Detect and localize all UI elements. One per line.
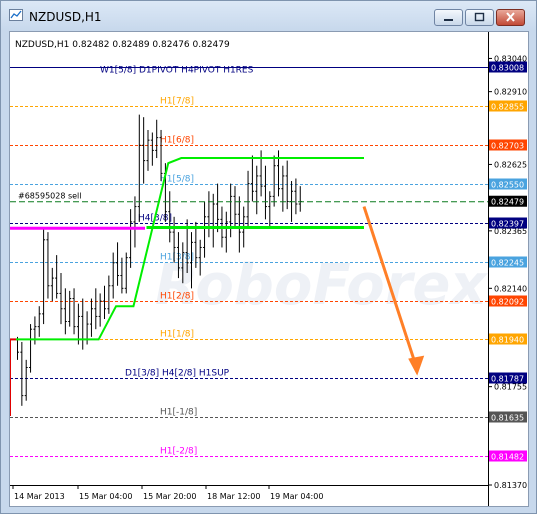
x-tick-label: 14 Mar 2013 [14, 492, 65, 501]
x-tick-label: 18 Mar 12:00 [207, 492, 260, 501]
price-box-label: 0.82245 [491, 259, 524, 268]
level-label: D1[3/8] H4[2/8] H1SUP [125, 369, 230, 379]
price-box-label: 0.81940 [491, 336, 524, 345]
close-icon [506, 12, 515, 22]
level-label: H1[-2/8] [160, 447, 197, 457]
forecast-arrow-head [408, 355, 425, 376]
y-tick-label: 0.82910 [494, 88, 527, 97]
price-box-label: 0.81482 [491, 453, 524, 462]
price-box-label: 0.81635 [491, 414, 524, 423]
minimize-icon [444, 19, 453, 21]
price-box-label: 0.81787 [491, 375, 524, 384]
chart-icon [9, 9, 23, 21]
price-axis: 0.830400.829100.826250.823650.821400.817… [488, 54, 527, 490]
price-box-label: 0.82855 [491, 103, 524, 112]
level-label: H1[-1/8] [160, 408, 197, 418]
level-label: W1[5/8] D1PIVOT H4PIVOT H1RES [100, 66, 254, 76]
x-tick-label: 15 Mar 04:00 [79, 492, 132, 501]
price-box-label: 0.82092 [491, 298, 524, 307]
chart-frame: RoboForex W1[5/8] D1PIVOT H4PIVOT H1RES H… [9, 31, 529, 507]
level-label: H1[3/8] [160, 253, 194, 263]
level-label: H1[7/8] [160, 97, 194, 107]
y-tick-label: 0.81370 [494, 481, 527, 490]
minimize-button[interactable] [434, 9, 463, 26]
chart-header: NZDUSD,H1 0.82482 0.82489 0.82476 0.8247… [15, 40, 230, 50]
time-axis: 14 Mar 2013 15 Mar 04:00 15 Mar 20:00 18 Ma… [12, 485, 323, 501]
terminal-window: NZDUSD,H1 RoboForex W1[5/8] D1PIVOT H4PI… [0, 0, 537, 514]
price-box-label: 0.82550 [491, 181, 524, 190]
y-tick-label: 0.82625 [494, 160, 527, 169]
close-button[interactable] [496, 9, 525, 26]
current-price-label: 0.82479 [491, 198, 524, 207]
price-box-label: 0.83008 [491, 64, 524, 73]
title-bar[interactable]: NZDUSD,H1 [1, 1, 536, 31]
price-box-label: 0.82397 [491, 220, 524, 229]
y-tick-label: 0.82140 [494, 284, 527, 293]
y-tick-label: 0.81755 [494, 383, 527, 392]
maximize-button[interactable] [465, 9, 494, 26]
price-box-label: 0.82703 [491, 142, 524, 151]
level-label: H1[6/8] [160, 136, 194, 146]
order-label: #68595028 sell [18, 192, 82, 201]
x-tick-label: 15 Mar 20:00 [143, 492, 196, 501]
price-chart[interactable]: RoboForex W1[5/8] D1PIVOT H4PIVOT H1RESH… [9, 32, 528, 506]
window-title: NZDUSD,H1 [29, 10, 102, 24]
level-label: H1[2/8] [160, 292, 194, 302]
level-label: H1[1/8] [160, 330, 194, 340]
x-tick-label: 19 Mar 04:00 [270, 492, 323, 501]
maximize-icon [474, 12, 485, 22]
